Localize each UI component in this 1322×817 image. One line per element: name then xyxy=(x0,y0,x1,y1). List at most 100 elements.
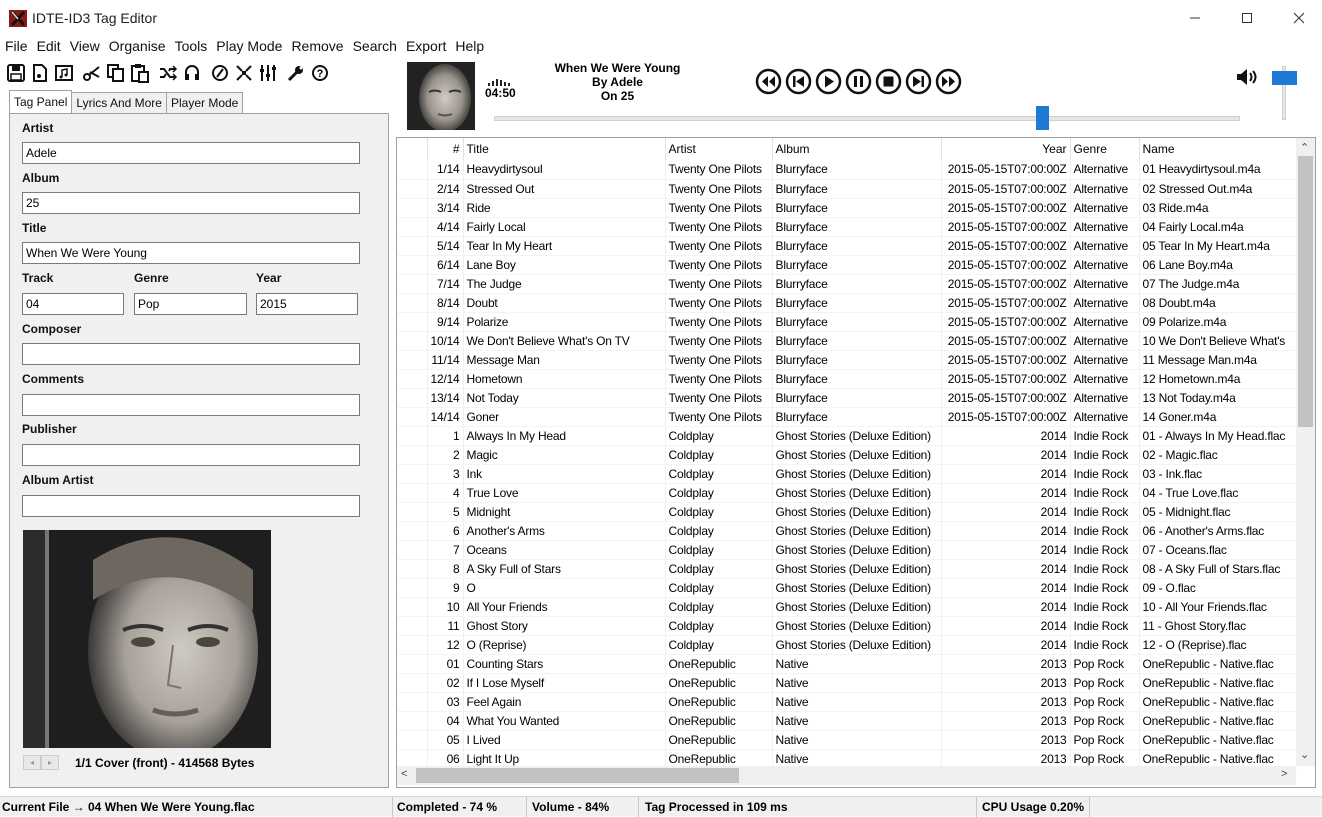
table-row[interactable]: 02 If I Lose Myself OneRepublic Native 2013 P… xyxy=(397,673,1298,693)
menu-play-mode[interactable]: Play Mode xyxy=(211,37,286,57)
table-row[interactable]: 13/14 Not Today Twenty One Pilots Blurryfac… xyxy=(397,388,1298,408)
table-row[interactable]: 01 Counting Stars OneRepublic Native 2013 Pop… xyxy=(397,654,1298,674)
table-row[interactable]: 8A Sky Full of Stars Coldplay Ghost Storie… xyxy=(397,559,1298,579)
table-row[interactable]: 9/14 Polarize Twenty One Pilots Blurryface 2… xyxy=(397,312,1298,332)
table-row[interactable]: 14/14 Goner Twenty One Pilots Blurryface 201… xyxy=(397,407,1298,427)
wrench-icon[interactable] xyxy=(284,61,308,85)
album-field[interactable]: 25 xyxy=(22,192,360,214)
tab-player-mode[interactable]: Player Mode xyxy=(165,92,244,113)
table-row[interactable]: 05 I Lived OneRepublic Native 2013 Pop Rock On… xyxy=(397,730,1298,750)
table-row[interactable]: 9 O Coldplay Ghost Stories (Deluxe Edition)… xyxy=(397,578,1298,598)
table-row[interactable]: 11 Ghost Story Coldplay Ghost Stories (Delu… xyxy=(397,616,1298,636)
column-header-genre[interactable]: Genre xyxy=(1070,138,1140,160)
scroll-down-icon[interactable]: ⌄ xyxy=(1300,748,1309,761)
scroll-right-icon[interactable]: > xyxy=(1281,768,1287,780)
table-row[interactable]: 2/14 Stressed Out Twenty One Pilots Blurryf… xyxy=(397,179,1298,199)
table-row[interactable]: 12/14 Hometown Twenty One Pilots Blurryface… xyxy=(397,369,1298,389)
rewind-button[interactable] xyxy=(755,68,782,95)
table-row[interactable]: 3 Ink Coldplay Ghost Stories (Deluxe Editio… xyxy=(397,464,1298,484)
cover-next-button[interactable]: ▸ xyxy=(41,755,59,770)
artist-field[interactable]: Adele xyxy=(22,142,360,164)
menu-view[interactable]: View xyxy=(65,37,104,57)
table-row[interactable]: 6/14 Lane Boy Twenty One Pilots Blurryface 2… xyxy=(397,255,1298,275)
minimize-button[interactable] xyxy=(1172,0,1218,36)
table-row[interactable]: 03 Feel Again OneRepublic Native 2013 Pop Roc… xyxy=(397,692,1298,712)
scroll-up-icon[interactable]: ⌃ xyxy=(1300,141,1309,154)
compress-icon[interactable] xyxy=(232,61,256,85)
volume-icon[interactable] xyxy=(1236,68,1260,86)
menu-help[interactable]: Help xyxy=(450,37,488,57)
next-track-button[interactable] xyxy=(905,68,932,95)
column-header-album[interactable]: Album xyxy=(772,138,942,160)
vertical-scrollbar-thumb[interactable] xyxy=(1298,156,1313,427)
help-icon[interactable]: ? xyxy=(308,61,332,85)
shuffle-icon[interactable] xyxy=(156,61,180,85)
seek-bar-track[interactable] xyxy=(494,116,1240,121)
cell-album: Ghost Stories (Deluxe Edition) xyxy=(772,635,942,655)
table-row[interactable]: 1/14 Heavydirtysoul Twenty One Pilots Blurr… xyxy=(397,160,1298,180)
table-row[interactable]: 3/14 Ride Twenty One Pilots Blurryface 2015-… xyxy=(397,198,1298,218)
table-row[interactable]: 6 Another's Arms Coldplay Ghost Stories (De… xyxy=(397,521,1298,541)
scroll-left-icon[interactable]: < xyxy=(401,768,407,780)
table-row[interactable]: 04 What You Wanted OneRepublic Native 2013 Po… xyxy=(397,711,1298,731)
table-row[interactable]: 5/14 Tear In My Heart Twenty One Pilots Blu… xyxy=(397,236,1298,256)
play-button[interactable] xyxy=(815,68,842,95)
menu-tools[interactable]: Tools xyxy=(170,37,212,57)
table-row[interactable]: 8/14 Doubt Twenty One Pilots Blurryface 2015… xyxy=(397,293,1298,313)
table-row[interactable]: 5 Midnight Coldplay Ghost Stories (Deluxe E… xyxy=(397,502,1298,522)
cell-year: 2014 xyxy=(941,559,1071,579)
tab-tag-panel[interactable]: Tag Panel xyxy=(9,90,73,113)
table-row[interactable]: 10 All Your Friends Coldplay Ghost Stories … xyxy=(397,597,1298,617)
pause-button[interactable] xyxy=(845,68,872,95)
cover-prev-button[interactable]: ◂ xyxy=(23,755,41,770)
table-row[interactable]: 7/14 The Judge Twenty One Pilots Blurryface… xyxy=(397,274,1298,294)
table-row[interactable]: 4 True Love Coldplay Ghost Stories (Deluxe … xyxy=(397,483,1298,503)
menu-search[interactable]: Search xyxy=(348,37,401,57)
table-row[interactable]: 1 Always In My Head Coldplay Ghost Stories … xyxy=(397,426,1298,446)
column-header-name[interactable]: Name xyxy=(1139,138,1298,160)
music-file-icon[interactable] xyxy=(52,61,76,85)
cell-title: Doubt xyxy=(463,293,666,313)
composer-field[interactable] xyxy=(22,343,360,365)
menu-export[interactable]: Export xyxy=(401,37,450,57)
column-header-year[interactable]: Year xyxy=(941,138,1071,160)
paste-icon[interactable] xyxy=(128,61,152,85)
table-row[interactable]: 12 O (Reprise) Coldplay Ghost Stories (Delu… xyxy=(397,635,1298,655)
column-header-title[interactable]: Title xyxy=(463,138,666,160)
save-icon[interactable] xyxy=(4,61,28,85)
table-row[interactable]: 4/14 Fairly Local Twenty One Pilots Blurryf… xyxy=(397,217,1298,237)
maximize-button[interactable] xyxy=(1224,0,1270,36)
copy-icon[interactable] xyxy=(104,61,128,85)
column-header-artist[interactable]: Artist xyxy=(665,138,773,160)
table-row[interactable]: 10/14 We Don't Believe What's On TV Twenty… xyxy=(397,331,1298,351)
previous-track-button[interactable] xyxy=(785,68,812,95)
menu-file[interactable]: File xyxy=(0,37,32,57)
tab-lyrics-and-more[interactable]: Lyrics And More xyxy=(71,92,167,113)
album-artist-field[interactable] xyxy=(22,495,360,517)
track-field[interactable]: 04 xyxy=(22,293,124,315)
equalizer-icon[interactable] xyxy=(256,61,280,85)
fast-forward-button[interactable] xyxy=(935,68,962,95)
headset-icon[interactable] xyxy=(180,61,204,85)
menu-edit[interactable]: Edit xyxy=(32,37,65,57)
cut-icon[interactable] xyxy=(80,61,104,85)
table-row[interactable]: 2 Magic Coldplay Ghost Stories (Deluxe Edit… xyxy=(397,445,1298,465)
publisher-field[interactable] xyxy=(22,444,360,466)
genre-field[interactable]: Pop xyxy=(134,293,247,315)
table-row[interactable]: 7 Oceans Coldplay Ghost Stories (Deluxe Edi… xyxy=(397,540,1298,560)
stop-button[interactable] xyxy=(875,68,902,95)
new-file-icon[interactable] xyxy=(28,61,52,85)
year-field[interactable]: 2015 xyxy=(256,293,358,315)
table-row[interactable]: 11/14 Message Man Twenty One Pilots Blurryf… xyxy=(397,350,1298,370)
menu-organise[interactable]: Organise xyxy=(104,37,170,57)
seek-bar-thumb[interactable] xyxy=(1036,106,1049,130)
horizontal-scrollbar-thumb[interactable] xyxy=(416,768,739,783)
menu-remove[interactable]: Remove xyxy=(286,37,347,57)
cell-title: All Your Friends xyxy=(463,597,666,617)
disc-icon[interactable] xyxy=(208,61,232,85)
title-field[interactable]: When We Were Young xyxy=(22,242,360,264)
volume-slider-thumb[interactable] xyxy=(1272,71,1297,85)
close-button[interactable] xyxy=(1276,0,1322,36)
comments-field[interactable] xyxy=(22,394,360,416)
column-header-number[interactable]: # xyxy=(427,138,464,160)
